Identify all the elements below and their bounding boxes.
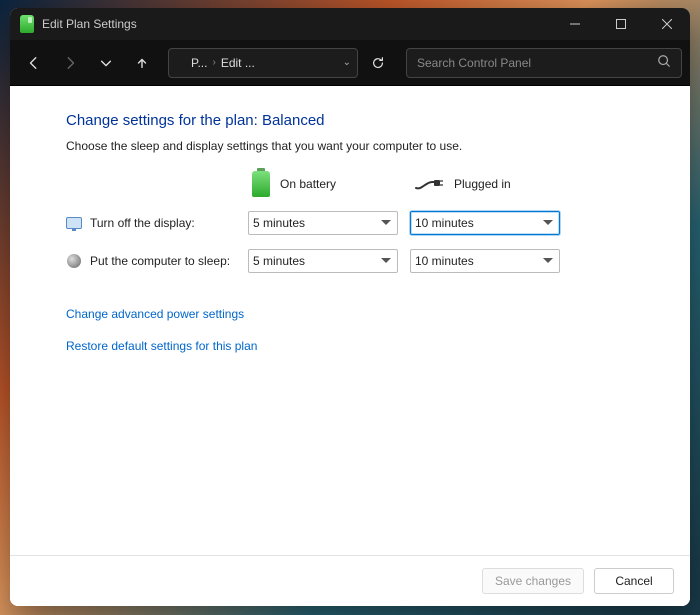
titlebar: Edit Plan Settings bbox=[10, 8, 690, 40]
sleep-plugged-select[interactable]: 10 minutes bbox=[410, 249, 560, 273]
sleep-battery-select[interactable]: 5 minutes bbox=[248, 249, 398, 273]
navbar: P... › Edit ... ⌄ bbox=[10, 40, 690, 86]
breadcrumb-seg2: Edit ... bbox=[221, 56, 255, 70]
refresh-button[interactable] bbox=[362, 48, 394, 78]
address-icon bbox=[175, 56, 185, 70]
save-button[interactable]: Save changes bbox=[482, 568, 584, 594]
app-icon bbox=[20, 15, 34, 33]
column-label-plugged: Plugged in bbox=[454, 177, 511, 191]
display-battery-select[interactable]: 5 minutes bbox=[248, 211, 398, 235]
maximize-button[interactable] bbox=[598, 8, 644, 40]
address-bar[interactable]: P... › Edit ... ⌄ bbox=[168, 48, 358, 78]
plug-icon bbox=[414, 177, 444, 191]
window: Edit Plan Settings P... bbox=[10, 8, 690, 606]
battery-icon bbox=[252, 171, 270, 197]
cancel-button[interactable]: Cancel bbox=[594, 568, 674, 594]
column-on-battery: On battery bbox=[248, 171, 398, 197]
search-input[interactable] bbox=[417, 56, 657, 70]
settings-grid: On battery Plugged in Turn off the displ… bbox=[66, 171, 634, 273]
search-icon[interactable] bbox=[657, 54, 671, 71]
page-subtext: Choose the sleep and display settings th… bbox=[66, 139, 634, 153]
window-title: Edit Plan Settings bbox=[42, 17, 137, 31]
page-heading: Change settings for the plan: Balanced bbox=[66, 112, 634, 129]
back-button[interactable] bbox=[18, 48, 50, 78]
up-button[interactable] bbox=[126, 48, 158, 78]
row-display-label: Turn off the display: bbox=[66, 215, 236, 231]
chevron-right-icon: › bbox=[212, 57, 215, 68]
breadcrumb-seg1: P... bbox=[191, 56, 207, 70]
window-controls bbox=[552, 8, 690, 40]
content-area: Change settings for the plan: Balanced C… bbox=[10, 86, 690, 555]
sleep-icon bbox=[66, 253, 82, 269]
search-box[interactable] bbox=[406, 48, 682, 78]
column-plugged-in: Plugged in bbox=[410, 177, 560, 191]
links-section: Change advanced power settings Restore d… bbox=[66, 307, 634, 353]
minimize-button[interactable] bbox=[552, 8, 598, 40]
display-plugged-select[interactable]: 10 minutes bbox=[410, 211, 560, 235]
close-button[interactable] bbox=[644, 8, 690, 40]
row-sleep-label: Put the computer to sleep: bbox=[66, 253, 236, 269]
chevron-down-icon[interactable]: ⌄ bbox=[343, 57, 351, 68]
display-icon bbox=[66, 215, 82, 231]
column-label-battery: On battery bbox=[280, 177, 336, 191]
link-advanced-settings[interactable]: Change advanced power settings bbox=[66, 307, 634, 321]
forward-button[interactable] bbox=[54, 48, 86, 78]
row-sleep-text: Put the computer to sleep: bbox=[90, 254, 230, 268]
row-display-text: Turn off the display: bbox=[90, 216, 195, 230]
footer: Save changes Cancel bbox=[10, 555, 690, 606]
link-restore-defaults[interactable]: Restore default settings for this plan bbox=[66, 339, 634, 353]
recent-locations-button[interactable] bbox=[90, 48, 122, 78]
